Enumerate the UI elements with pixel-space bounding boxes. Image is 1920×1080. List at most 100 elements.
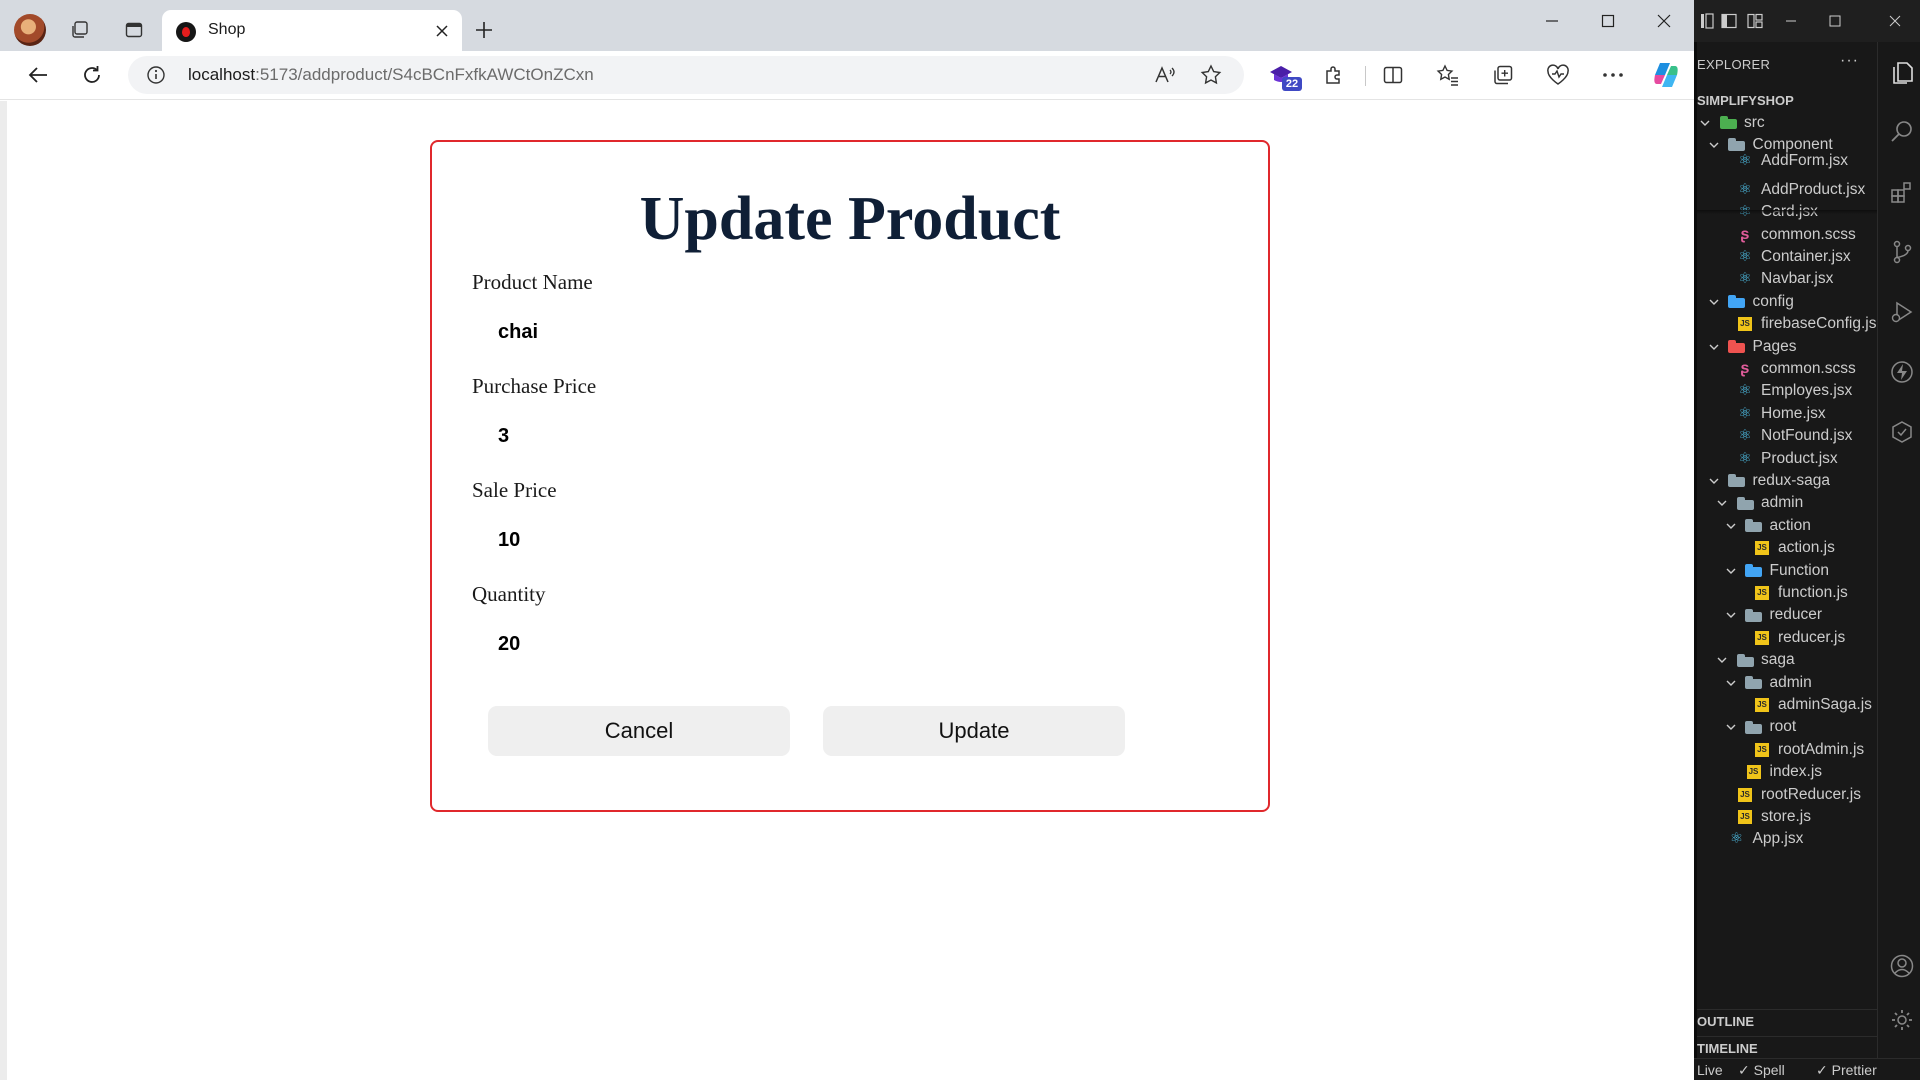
react-file-icon: ⚛ — [1736, 180, 1754, 198]
search-icon[interactable] — [1886, 116, 1918, 148]
prettier-status[interactable]: ✓ Prettier — [1816, 1062, 1877, 1079]
run-debug-icon[interactable] — [1886, 296, 1918, 328]
react-atom-icon: ⚛ — [1738, 270, 1752, 288]
close-tab-icon[interactable] — [430, 19, 454, 43]
folder-shape — [1719, 116, 1737, 129]
back-arrow-icon[interactable] — [20, 57, 56, 93]
collections-icon[interactable] — [1484, 57, 1522, 93]
timeline-section[interactable]: TIMELINE — [1697, 1036, 1877, 1059]
js-badge-icon: JS — [1755, 541, 1769, 556]
shop-favicon-icon — [176, 22, 196, 42]
explorer-files-icon[interactable] — [1886, 56, 1918, 88]
maximize-icon[interactable] — [1580, 0, 1636, 42]
chevron-down-icon[interactable] — [1716, 654, 1728, 666]
tree-item-label: admin — [1761, 494, 1804, 512]
chevron-down-icon[interactable] — [1725, 520, 1737, 532]
tree-item-label: AddForm.jsx — [1761, 152, 1848, 170]
react-file-icon: ⚛ — [1736, 153, 1754, 169]
workspaces-icon[interactable] — [64, 14, 96, 46]
chevron-down-icon[interactable] — [1699, 117, 1711, 129]
thunder-client-icon[interactable] — [1886, 356, 1918, 388]
workspace-title[interactable]: SIMPLIFYSHOP — [1697, 93, 1794, 108]
tree-item-label: config — [1752, 292, 1794, 310]
vs-minimize-icon[interactable] — [1780, 10, 1802, 32]
folder-shape — [1736, 496, 1754, 510]
update-button[interactable]: Update — [823, 706, 1125, 756]
refresh-icon[interactable] — [74, 57, 110, 93]
update-product-form: Update Product Product Name Purchase Pri… — [430, 140, 1270, 812]
toggle-sidebar-icon[interactable] — [1718, 10, 1740, 32]
read-aloud-icon[interactable] — [1150, 62, 1180, 88]
vertical-tabs-icon[interactable] — [118, 14, 150, 46]
folder-icon — [1745, 675, 1763, 691]
outline-section[interactable]: OUTLINE — [1697, 1009, 1877, 1032]
spell-check-status[interactable]: ✓ Spell — [1738, 1062, 1785, 1079]
address-url[interactable]: localhost:5173/addproduct/S4cBCnFxfkAWCt… — [188, 65, 594, 85]
favorites-icon[interactable] — [1429, 57, 1467, 93]
scss-file-icon: ʂ — [1736, 226, 1754, 243]
folder-icon — [1736, 652, 1754, 668]
tree-file[interactable]: ⚛ AddForm.jsx — [1697, 148, 1877, 175]
extension-badge: 22 — [1282, 77, 1302, 91]
page-title: Update Product — [639, 185, 1061, 253]
tree-item-label: action.js — [1778, 539, 1835, 557]
chevron-down-icon[interactable] — [1725, 609, 1737, 621]
tree-item-label: redux-saga — [1752, 471, 1831, 489]
tree-item-label: Navbar.jsx — [1761, 270, 1834, 288]
react-atom-icon: ⚛ — [1738, 404, 1752, 422]
chevron-down-icon[interactable] — [1725, 677, 1737, 689]
profile-avatar[interactable] — [14, 14, 46, 46]
chevron-down-icon[interactable] — [1708, 296, 1720, 308]
new-tab-button[interactable] — [468, 14, 500, 46]
folder-icon — [1745, 719, 1763, 735]
minimize-icon[interactable] — [1524, 0, 1580, 42]
extensions-icon[interactable] — [1886, 176, 1918, 208]
window-close-icon[interactable] — [1636, 0, 1692, 42]
sale-price-label: Sale Price — [472, 478, 557, 502]
accounts-icon[interactable] — [1886, 950, 1918, 982]
extensions-puzzle-icon[interactable] — [1315, 57, 1353, 93]
favorite-star-icon[interactable] — [1196, 62, 1226, 88]
extension-counter-icon[interactable]: 22 — [1262, 57, 1302, 93]
chevron-down-icon[interactable] — [1725, 721, 1737, 733]
chevron-down-icon[interactable] — [1708, 475, 1720, 487]
address-bar[interactable]: localhost:5173/addproduct/S4cBCnFxfkAWCt… — [128, 56, 1244, 94]
more-menu-icon[interactable] — [1594, 57, 1632, 93]
split-screen-icon[interactable] — [1374, 57, 1412, 93]
js-badge-icon: JS — [1738, 809, 1752, 824]
chevron-down-icon[interactable] — [1725, 565, 1737, 577]
product-name-input[interactable] — [496, 312, 876, 352]
folder-icon — [1719, 115, 1737, 131]
react-atom-icon: ⚛ — [1738, 180, 1752, 198]
live-server-status[interactable]: Live — [1697, 1062, 1723, 1078]
sale-price-input[interactable] — [496, 520, 876, 560]
copilot-icon[interactable] — [1647, 57, 1685, 93]
react-file-icon: ⚛ — [1736, 450, 1754, 467]
tree-item-label: store.js — [1761, 807, 1811, 825]
address-path: :5173/addproduct/S4cBCnFxfkAWCtOnZCxn — [255, 65, 594, 84]
browser-essentials-icon[interactable] — [1539, 57, 1577, 93]
settings-gear-icon[interactable] — [1886, 1004, 1918, 1036]
tab-shop[interactable]: Shop — [162, 10, 462, 51]
tree-item-label: common.scss — [1761, 359, 1856, 377]
toggle-panel-icon[interactable] — [1696, 10, 1718, 32]
testing-icon[interactable] — [1886, 416, 1918, 448]
quantity-input[interactable] — [496, 624, 876, 664]
vs-close-icon[interactable] — [1884, 10, 1906, 32]
vscode-window: EXPLORER ··· SIMPLIFYSHOP src Component ⚛ A… — [1694, 0, 1920, 1080]
folder-shape — [1728, 474, 1745, 488]
tree-file[interactable]: ⚛ App.jsx — [1697, 826, 1877, 853]
source-control-icon[interactable] — [1886, 236, 1918, 268]
site-info-icon[interactable] — [146, 65, 166, 85]
sass-icon: ʂ — [1740, 359, 1750, 377]
vs-maximize-icon[interactable] — [1824, 10, 1846, 32]
purchase-price-input[interactable] — [496, 416, 876, 456]
js-file-icon: JS — [1753, 742, 1771, 758]
chevron-down-icon[interactable] — [1716, 497, 1728, 509]
cancel-button[interactable]: Cancel — [488, 706, 790, 756]
customize-layout-icon[interactable] — [1744, 10, 1766, 32]
toolbar-divider — [1365, 66, 1366, 86]
chevron-down-icon[interactable] — [1708, 341, 1720, 353]
tab-title: Shop — [208, 21, 246, 38]
explorer-more-icon[interactable]: ··· — [1840, 52, 1859, 70]
